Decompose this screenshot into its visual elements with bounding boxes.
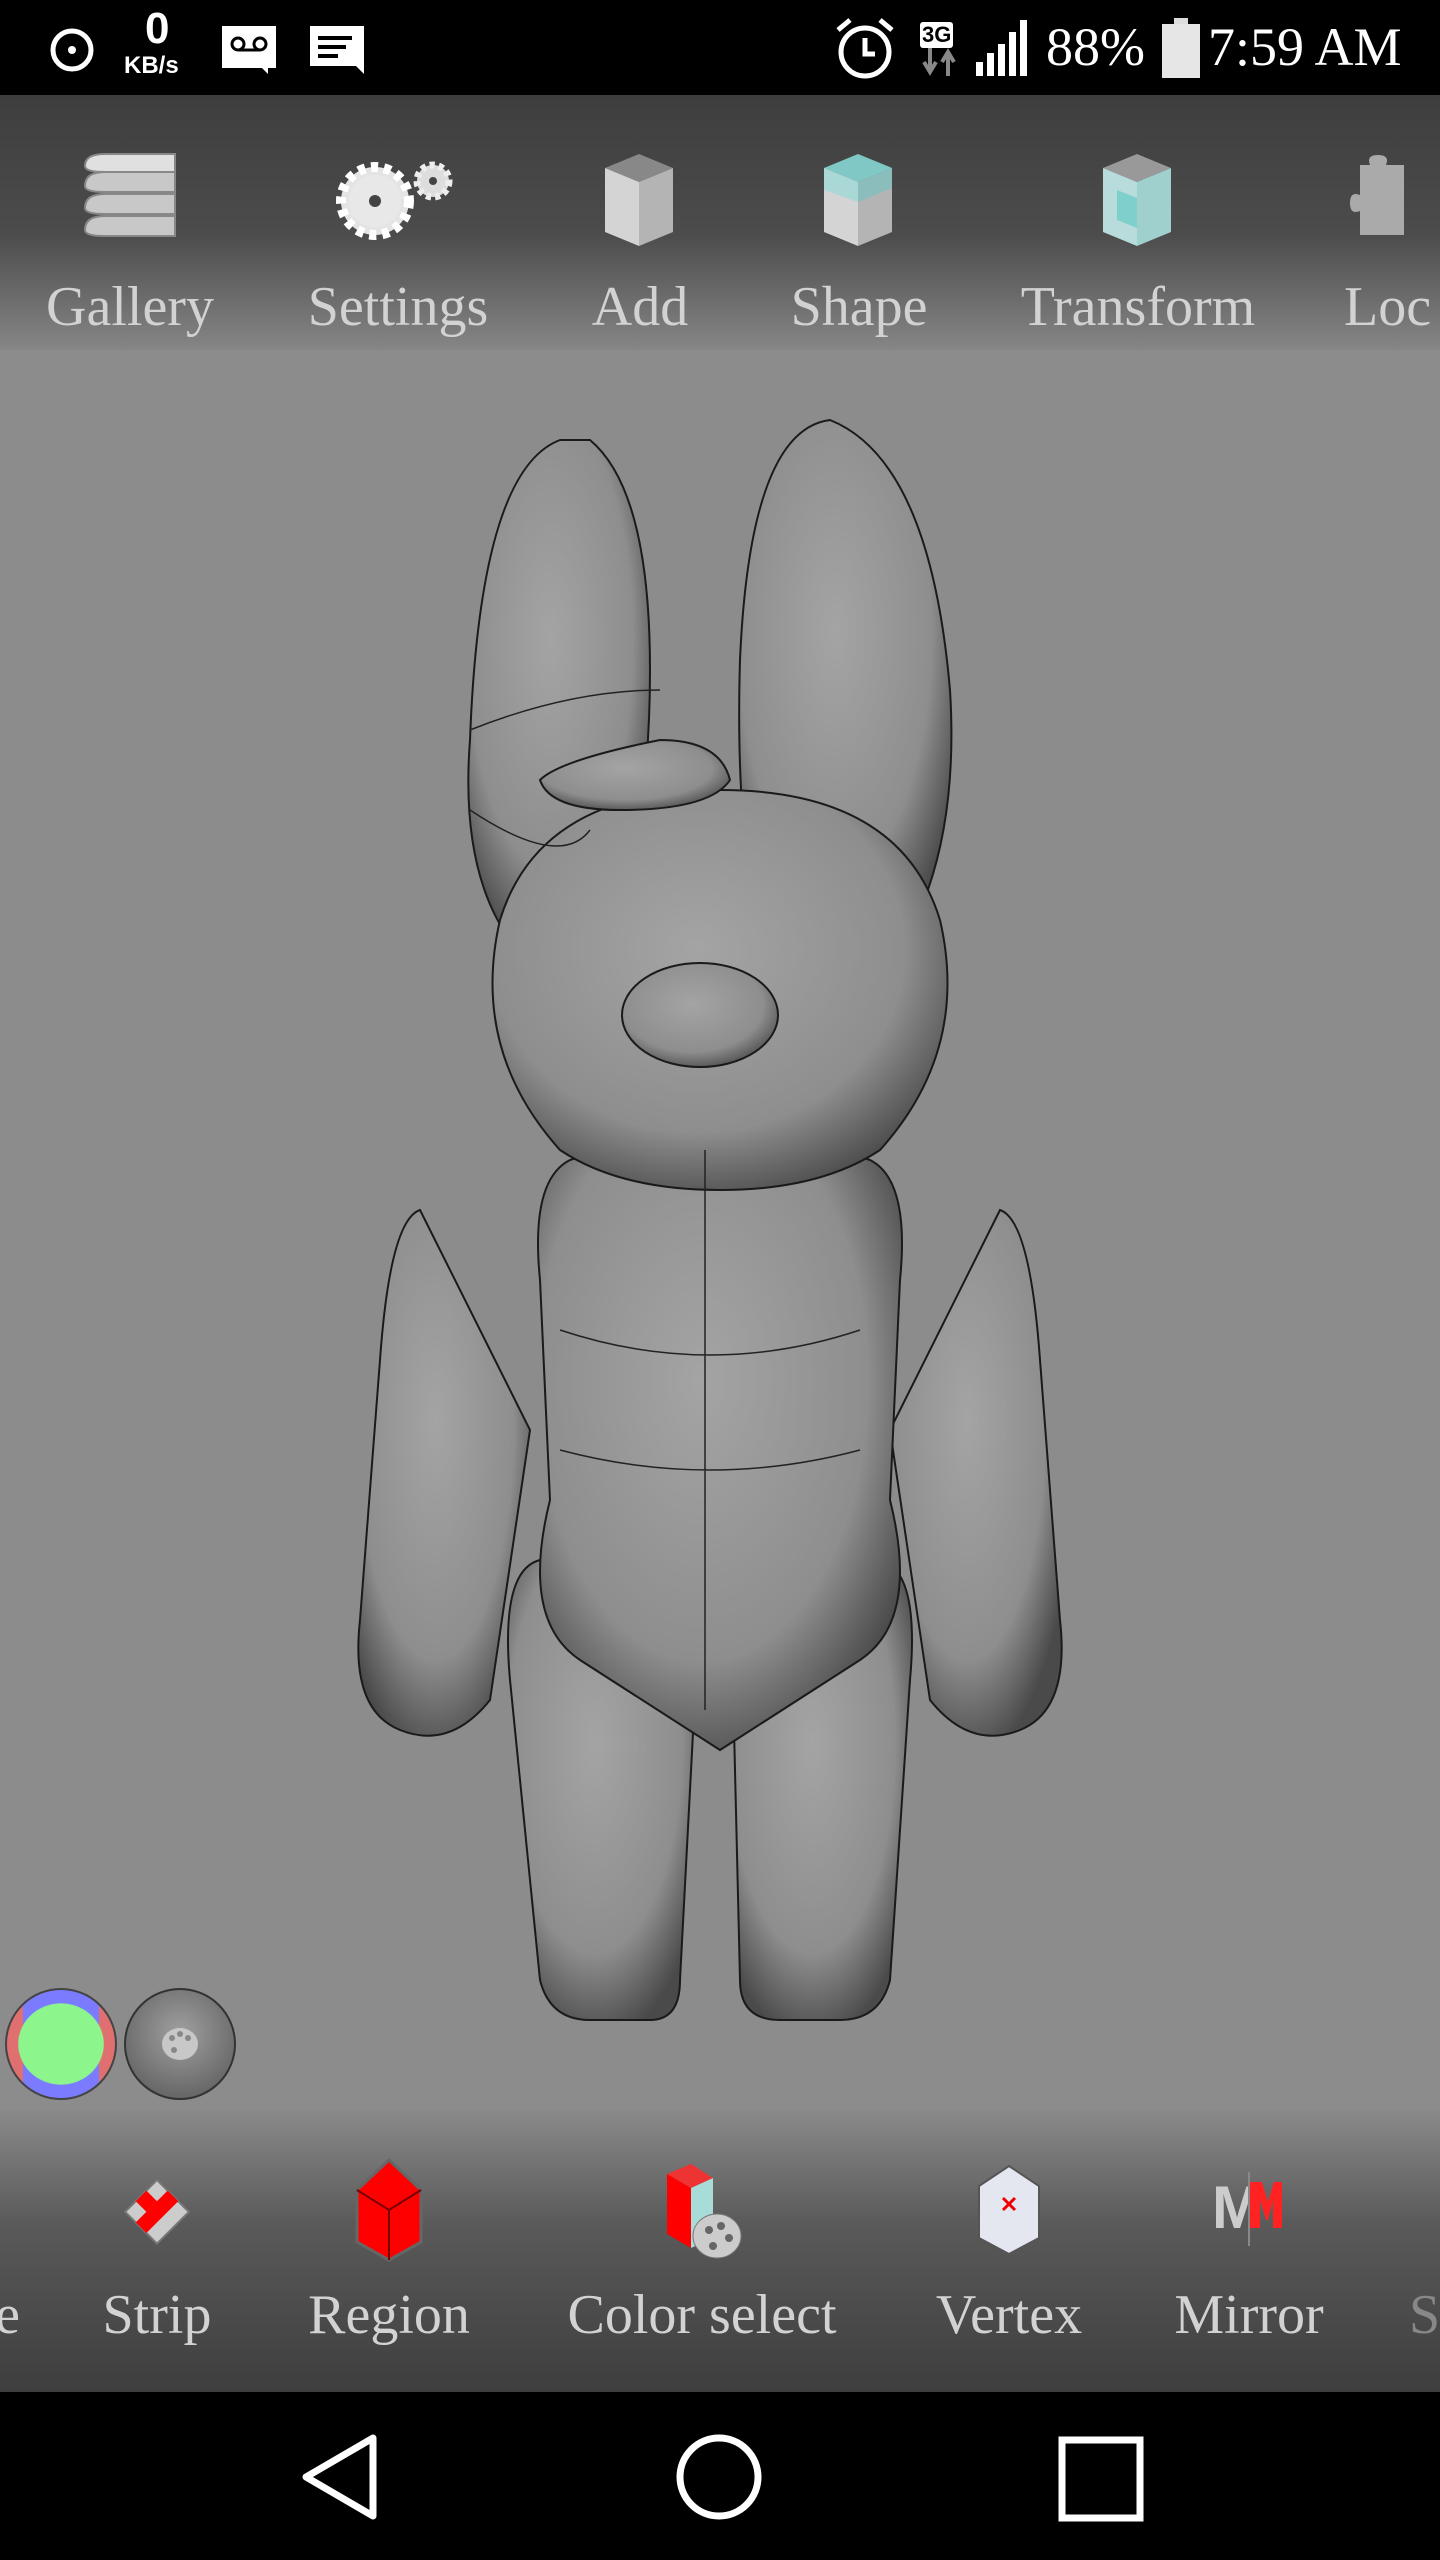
palette-icon bbox=[162, 2028, 198, 2060]
transform-cube-icon bbox=[1103, 154, 1171, 246]
glass-cube-icon bbox=[824, 154, 892, 246]
tool-label: Transform bbox=[1020, 276, 1256, 338]
tool-partial-right[interactable]: S bbox=[1409, 2155, 1440, 2347]
tool-label: Gallery bbox=[46, 276, 214, 338]
tool-label: Color select bbox=[567, 2284, 837, 2346]
color-select-icon bbox=[667, 2164, 742, 2259]
gears-icon bbox=[336, 161, 453, 240]
tool-label: Loc bbox=[1344, 276, 1432, 338]
puzzle-icon bbox=[1350, 155, 1404, 235]
clock: 7:59 AM bbox=[1208, 17, 1402, 77]
status-bar: 0 KB/s 3G 88% 7:59 AM bbox=[0, 0, 1440, 95]
region-cube-icon bbox=[355, 2158, 423, 2262]
navigation-bar bbox=[0, 2392, 1440, 2560]
tool-partial-left[interactable]: e bbox=[0, 2155, 20, 2347]
top-toolbar: Gallery Settings Add Shape Transform Loc bbox=[0, 95, 1440, 350]
tool-loc[interactable]: Loc bbox=[1344, 145, 1440, 339]
color-picker-button[interactable] bbox=[5, 1988, 117, 2100]
tool-gallery[interactable]: Gallery bbox=[0, 145, 260, 339]
back-icon[interactable] bbox=[298, 2432, 388, 2522]
tool-strip[interactable]: Strip bbox=[27, 2155, 287, 2347]
mirror-icon: M bbox=[1212, 2172, 1282, 2246]
tool-label: Region bbox=[308, 2284, 470, 2346]
battery-percent: 88% bbox=[1046, 17, 1145, 77]
tool-label: e bbox=[0, 2284, 20, 2346]
tool-shape[interactable]: Shape bbox=[729, 145, 989, 339]
home-icon[interactable] bbox=[674, 2432, 764, 2522]
strip-icon bbox=[123, 2178, 191, 2245]
voicemail-icon bbox=[222, 26, 276, 74]
tool-label: Strip bbox=[102, 2284, 212, 2346]
tool-color-select[interactable]: Color select bbox=[532, 2155, 872, 2347]
stack-icon bbox=[83, 153, 176, 237]
tool-settings[interactable]: Settings bbox=[268, 145, 528, 339]
tool-label: Settings bbox=[307, 276, 489, 338]
network-type: 3G bbox=[920, 22, 954, 48]
net-speed-unit: KB/s bbox=[124, 52, 179, 79]
recents-icon[interactable] bbox=[1058, 2436, 1144, 2522]
3d-model bbox=[357, 418, 1063, 2021]
data-arrows-icon bbox=[922, 48, 956, 76]
tool-mirror[interactable]: M Mirror bbox=[1119, 2155, 1379, 2347]
bottom-toolbar: e Strip Region Color select Vertex M Mir… bbox=[0, 2110, 1440, 2392]
tool-transform[interactable]: Transform bbox=[1008, 145, 1268, 339]
tool-label: S bbox=[1409, 2284, 1440, 2346]
signal-icon bbox=[976, 20, 1027, 76]
cube-icon bbox=[605, 154, 673, 246]
3d-viewport[interactable] bbox=[0, 350, 1440, 2110]
material-palette-button[interactable] bbox=[124, 1988, 236, 2100]
tool-label: Shape bbox=[790, 276, 928, 338]
tool-region[interactable]: Region bbox=[259, 2155, 519, 2347]
tool-vertex[interactable]: Vertex bbox=[879, 2155, 1139, 2347]
alarm-clock-icon bbox=[836, 18, 894, 79]
vertex-icon bbox=[978, 2164, 1040, 2256]
tool-label: Vertex bbox=[935, 2284, 1083, 2346]
alarm-icon bbox=[50, 28, 94, 72]
tool-label: Mirror bbox=[1174, 2284, 1324, 2346]
battery-icon bbox=[1162, 18, 1200, 78]
net-speed-value: 0 bbox=[145, 4, 170, 53]
message-icon bbox=[310, 26, 364, 74]
